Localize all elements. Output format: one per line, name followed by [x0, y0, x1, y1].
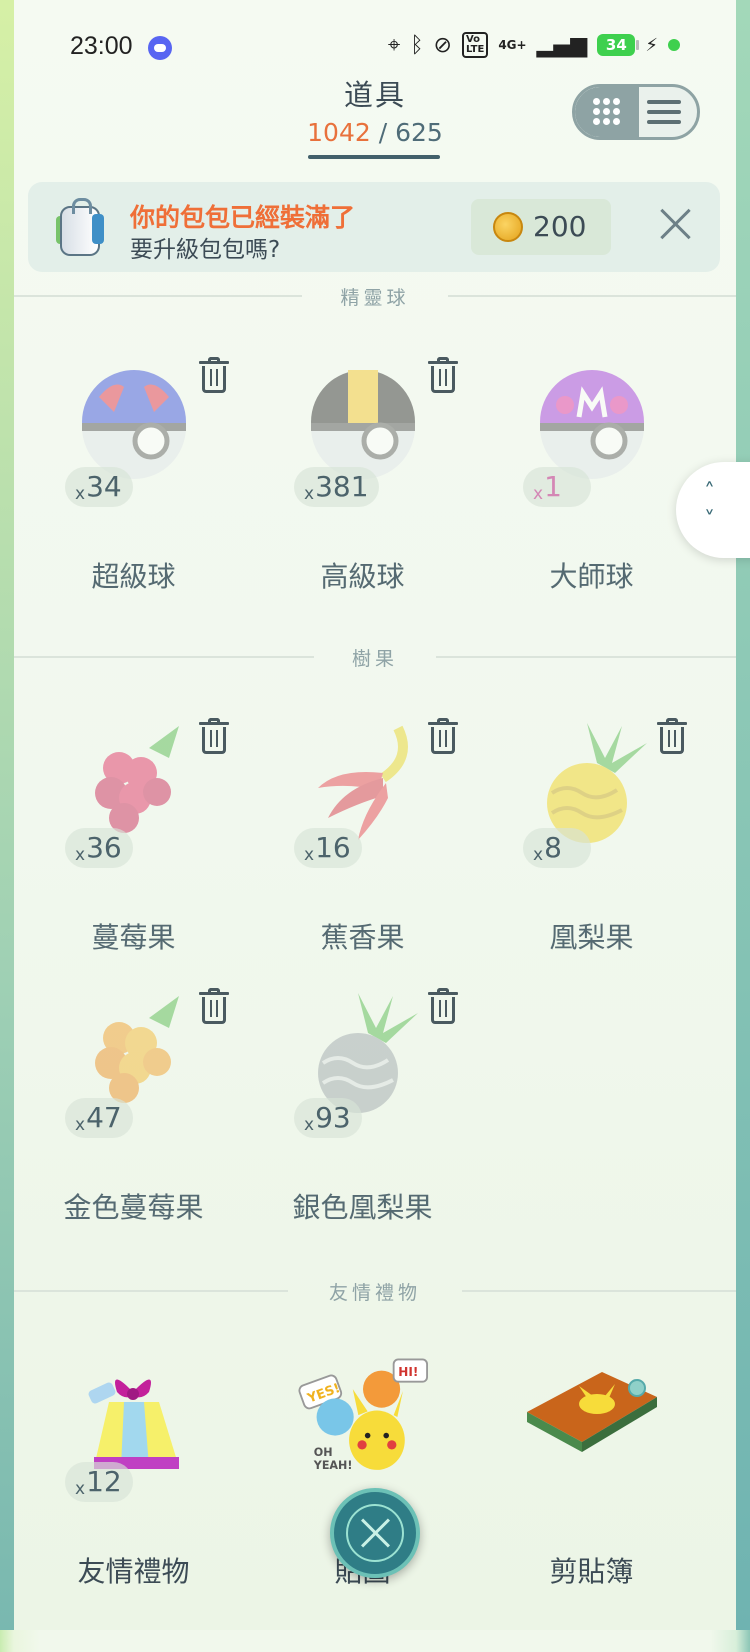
item-gift[interactable]: x12 友情禮物 [19, 1352, 248, 1652]
network-type: 4G+ [498, 38, 527, 52]
battery-icon: 34 [597, 34, 640, 56]
scrapbook-icon [527, 1372, 657, 1452]
bag-full-message: 你的包包已經裝滿了 [130, 203, 356, 232]
section-label-pokeballs: 精靈球 [340, 287, 410, 309]
item-name: 大師球 [549, 560, 634, 593]
upgrade-bag-button[interactable]: 200 [471, 199, 611, 255]
item-golden-razz-berry[interactable]: x47 金色蔓莓果 [19, 988, 248, 1288]
discord-icon [148, 36, 172, 60]
item-razz-berry[interactable]: x36 蔓莓果 [19, 718, 248, 1018]
upgrade-price: 200 [533, 210, 587, 243]
vibrate-off-icon: ⊘ [433, 32, 452, 58]
view-mode-toggle[interactable] [572, 84, 700, 140]
item-pinap-berry[interactable]: x8 凰梨果 [477, 718, 706, 1018]
item-name: 蔓莓果 [91, 921, 176, 954]
item-name: 凰梨果 [549, 921, 634, 954]
item-count: x12 [65, 1462, 133, 1502]
pokecoin-icon [493, 212, 523, 242]
item-great-ball[interactable]: x34 超級球 [19, 357, 248, 657]
item-name: 剪貼簿 [549, 1555, 634, 1588]
item-name: 高級球 [320, 560, 405, 593]
trash-icon[interactable] [199, 718, 229, 754]
upgrade-question: 要升級包包嗎? [130, 237, 281, 263]
volte-icon: Vo LTE [461, 32, 489, 58]
item-count: x8 [523, 828, 591, 868]
bluetooth-icon: ᛒ [410, 32, 424, 58]
svg-text:HI!: HI! [398, 1365, 418, 1379]
item-count: x1 [523, 467, 591, 507]
trash-icon[interactable] [199, 357, 229, 393]
grid-view-icon[interactable] [575, 87, 639, 137]
close-icon [346, 1504, 404, 1562]
trash-icon[interactable] [657, 718, 687, 754]
signal-icon: ▂▄▆ [536, 32, 588, 58]
item-count: x16 [294, 828, 362, 868]
item-name: 銀色凰梨果 [292, 1191, 433, 1224]
current-item-count: 1042 [307, 118, 371, 147]
section-label-friendship: 友情禮物 [328, 1282, 421, 1304]
chevron-up-icon: ˄ [704, 480, 715, 505]
trash-icon[interactable] [428, 357, 458, 393]
item-nanab-berry[interactable]: x16 蕉香果 [248, 718, 477, 1018]
count-separator: / [378, 118, 388, 147]
item-name: 超級球 [91, 560, 176, 593]
status-time: 23:00 [70, 32, 133, 60]
svg-text:OH: OH [314, 1446, 333, 1459]
bag-full-banner[interactable]: 你的包包已經裝滿了 要升級包包嗎? 200 [28, 182, 720, 272]
close-banner-button[interactable] [656, 204, 696, 244]
svg-text:YEAH!: YEAH! [313, 1459, 353, 1472]
item-master-ball[interactable]: x1 大師球 [477, 357, 706, 657]
battery-level: 34 [605, 36, 627, 54]
max-item-count: 625 [395, 118, 443, 147]
item-name: 友情禮物 [77, 1555, 190, 1588]
item-silver-pinap-berry[interactable]: x93 銀色凰梨果 [248, 988, 477, 1288]
location-icon: ⌖ [387, 32, 401, 58]
item-scrapbook[interactable]: 剪貼簿 [477, 1352, 706, 1652]
item-count: x36 [65, 828, 133, 868]
right-frame-edge [736, 0, 750, 1630]
trash-icon[interactable] [428, 988, 458, 1024]
trash-icon[interactable] [199, 988, 229, 1024]
trash-icon[interactable] [428, 718, 458, 754]
item-count: x93 [294, 1098, 362, 1138]
backpack-icon [54, 196, 106, 258]
item-name: 金色蔓莓果 [63, 1191, 204, 1224]
item-count: x47 [65, 1098, 133, 1138]
stickers-icon: YES! HI! OH YEAH! [298, 1358, 429, 1472]
chevron-down-icon: ˅ [704, 508, 715, 533]
title-underline [308, 155, 440, 159]
close-bag-button[interactable] [330, 1488, 420, 1578]
list-view-icon[interactable] [647, 100, 681, 124]
section-label-berries: 樹果 [351, 648, 398, 670]
privacy-indicator-icon [668, 39, 680, 51]
item-count: x381 [294, 467, 379, 507]
item-name: 蕉香果 [320, 921, 405, 954]
charging-icon: ⚡ [645, 34, 658, 56]
left-frame-edge [0, 0, 14, 1630]
item-count: x34 [65, 467, 133, 507]
item-ultra-ball[interactable]: x381 高級球 [248, 357, 477, 657]
